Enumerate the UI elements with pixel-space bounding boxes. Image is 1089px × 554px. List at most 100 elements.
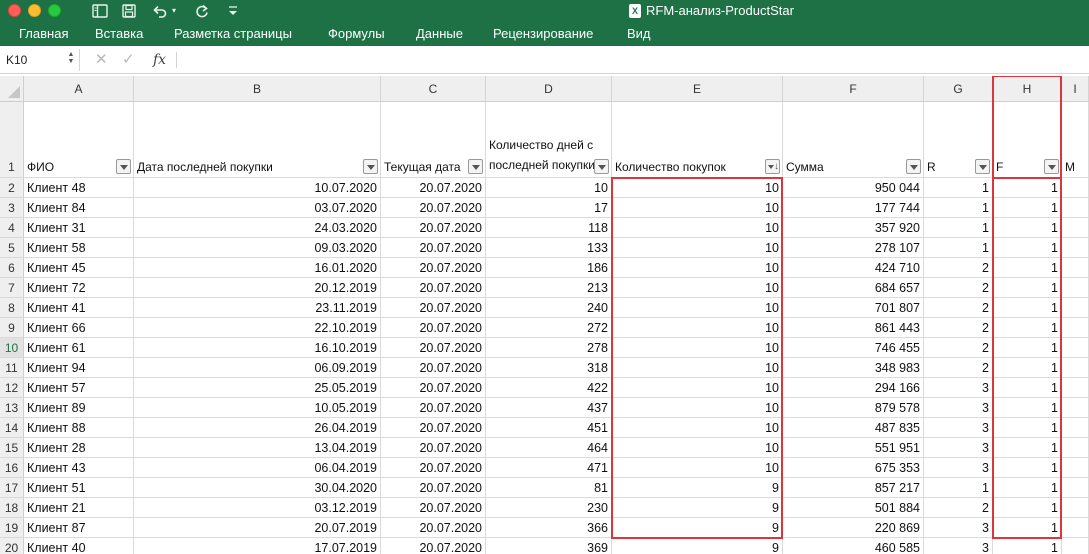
cell-f-row[interactable]: 177 744 xyxy=(783,198,924,218)
tab-page-layout[interactable]: Разметка страницы xyxy=(174,22,292,46)
cell-g-row[interactable]: 3 xyxy=(924,518,993,538)
cell-c-row[interactable]: 20.07.2020 xyxy=(381,478,486,498)
cell-b-row[interactable]: 23.11.2019 xyxy=(134,298,381,318)
spreadsheet-grid[interactable]: A B C D E F G H I 1 ФИО Дата последней покупки Текущ… xyxy=(0,76,1089,554)
row-header[interactable]: 6 xyxy=(0,258,24,278)
cell-f-row[interactable]: 861 443 xyxy=(783,318,924,338)
cell-b-row[interactable]: 13.04.2019 xyxy=(134,438,381,458)
row-header[interactable]: 13 xyxy=(0,398,24,418)
customize-icon[interactable] xyxy=(228,2,238,20)
cell-a-row[interactable]: Клиент 57 xyxy=(24,378,134,398)
cell-f-row[interactable]: 487 835 xyxy=(783,418,924,438)
row-header[interactable]: 4 xyxy=(0,218,24,238)
cell-b-row[interactable]: 06.04.2019 xyxy=(134,458,381,478)
cell-c-row[interactable]: 20.07.2020 xyxy=(381,498,486,518)
cell-h-row[interactable]: 1 xyxy=(993,538,1062,554)
cell-c-row[interactable]: 20.07.2020 xyxy=(381,378,486,398)
cell-d-row[interactable]: 464 xyxy=(486,438,612,458)
cell-h-row[interactable]: 1 xyxy=(993,398,1062,418)
filter-dropdown-icon[interactable] xyxy=(116,159,131,174)
minimize-window-button[interactable] xyxy=(28,4,41,17)
cell-b-row[interactable]: 24.03.2020 xyxy=(134,218,381,238)
filter-dropdown-icon[interactable] xyxy=(594,159,609,174)
cell-h-row[interactable]: 1 xyxy=(993,518,1062,538)
sidebar-icon[interactable] xyxy=(92,2,108,20)
cell-h-row[interactable]: 1 xyxy=(993,278,1062,298)
row-header[interactable]: 7 xyxy=(0,278,24,298)
cell-i-row[interactable] xyxy=(1062,258,1089,278)
cell-h-row[interactable]: 1 xyxy=(993,298,1062,318)
confirm-formula-icon[interactable]: ✓ xyxy=(122,50,135,70)
row-header[interactable]: 14 xyxy=(0,418,24,438)
cell-e-row[interactable]: 9 xyxy=(612,498,783,518)
cell-c-row[interactable]: 20.07.2020 xyxy=(381,338,486,358)
cell-h-row[interactable]: 1 xyxy=(993,458,1062,478)
redo-icon[interactable] xyxy=(195,2,209,20)
row-header[interactable]: 10 xyxy=(0,338,24,358)
cell-d-row[interactable]: 471 xyxy=(486,458,612,478)
cell-e-row[interactable]: 10 xyxy=(612,458,783,478)
cell-d-row[interactable]: 278 xyxy=(486,338,612,358)
cell-f-row[interactable]: 879 578 xyxy=(783,398,924,418)
cell-d-row[interactable]: 422 xyxy=(486,378,612,398)
cell-c-row[interactable]: 20.07.2020 xyxy=(381,318,486,338)
select-all-button[interactable] xyxy=(0,76,24,102)
cell-g-row[interactable]: 3 xyxy=(924,398,993,418)
filter-dropdown-icon[interactable] xyxy=(363,159,378,174)
row-header[interactable]: 5 xyxy=(0,238,24,258)
cell-f-row[interactable]: 460 585 xyxy=(783,538,924,554)
filter-dropdown-icon[interactable] xyxy=(1044,159,1059,174)
cell-e-row[interactable]: 10 xyxy=(612,238,783,258)
cell-g-row[interactable]: 3 xyxy=(924,378,993,398)
cell-h-row[interactable]: 1 xyxy=(993,198,1062,218)
column-header-h[interactable]: H xyxy=(993,76,1062,102)
cell-f-row[interactable]: 746 455 xyxy=(783,338,924,358)
tab-insert[interactable]: Вставка xyxy=(95,22,143,46)
cell-c-row[interactable]: 20.07.2020 xyxy=(381,458,486,478)
cell-g-row[interactable]: 2 xyxy=(924,338,993,358)
cell-e-row[interactable]: 9 xyxy=(612,538,783,554)
column-header-i[interactable]: I xyxy=(1062,76,1089,102)
cell-c-row[interactable]: 20.07.2020 xyxy=(381,398,486,418)
header-cell-h[interactable]: F xyxy=(993,102,1062,178)
undo-icon[interactable] xyxy=(152,2,168,20)
cell-f-row[interactable]: 501 884 xyxy=(783,498,924,518)
cell-c-row[interactable]: 20.07.2020 xyxy=(381,218,486,238)
cell-d-row[interactable]: 272 xyxy=(486,318,612,338)
tab-review[interactable]: Рецензирование xyxy=(493,22,593,46)
cell-g-row[interactable]: 2 xyxy=(924,318,993,338)
cell-h-row[interactable]: 1 xyxy=(993,418,1062,438)
row-header[interactable]: 16 xyxy=(0,458,24,478)
row-header[interactable]: 9 xyxy=(0,318,24,338)
cell-e-row[interactable]: 9 xyxy=(612,478,783,498)
cell-g-row[interactable]: 2 xyxy=(924,498,993,518)
tab-data[interactable]: Данные xyxy=(416,22,463,46)
cell-f-row[interactable]: 294 166 xyxy=(783,378,924,398)
cell-b-row[interactable]: 22.10.2019 xyxy=(134,318,381,338)
undo-dropdown-icon[interactable]: ▾ xyxy=(172,2,176,20)
tab-formulas[interactable]: Формулы xyxy=(328,22,385,46)
cell-d-row[interactable]: 230 xyxy=(486,498,612,518)
tab-view[interactable]: Вид xyxy=(627,22,651,46)
cell-f-row[interactable]: 551 951 xyxy=(783,438,924,458)
cell-g-row[interactable]: 1 xyxy=(924,178,993,198)
row-header[interactable]: 8 xyxy=(0,298,24,318)
cell-a-row[interactable]: Клиент 40 xyxy=(24,538,134,554)
cell-i-row[interactable] xyxy=(1062,178,1089,198)
cell-h-row[interactable]: 1 xyxy=(993,498,1062,518)
cell-f-row[interactable]: 348 983 xyxy=(783,358,924,378)
cell-d-row[interactable]: 118 xyxy=(486,218,612,238)
cell-g-row[interactable]: 2 xyxy=(924,278,993,298)
cell-g-row[interactable]: 1 xyxy=(924,478,993,498)
cell-h-row[interactable]: 1 xyxy=(993,358,1062,378)
cell-c-row[interactable]: 20.07.2020 xyxy=(381,238,486,258)
cell-a-row[interactable]: Клиент 28 xyxy=(24,438,134,458)
cell-d-row[interactable]: 186 xyxy=(486,258,612,278)
row-header[interactable]: 11 xyxy=(0,358,24,378)
cell-h-row[interactable]: 1 xyxy=(993,258,1062,278)
cell-f-row[interactable]: 684 657 xyxy=(783,278,924,298)
cell-b-row[interactable]: 26.04.2019 xyxy=(134,418,381,438)
cell-a-row[interactable]: Клиент 94 xyxy=(24,358,134,378)
cell-h-row[interactable]: 1 xyxy=(993,218,1062,238)
cell-e-row[interactable]: 10 xyxy=(612,318,783,338)
